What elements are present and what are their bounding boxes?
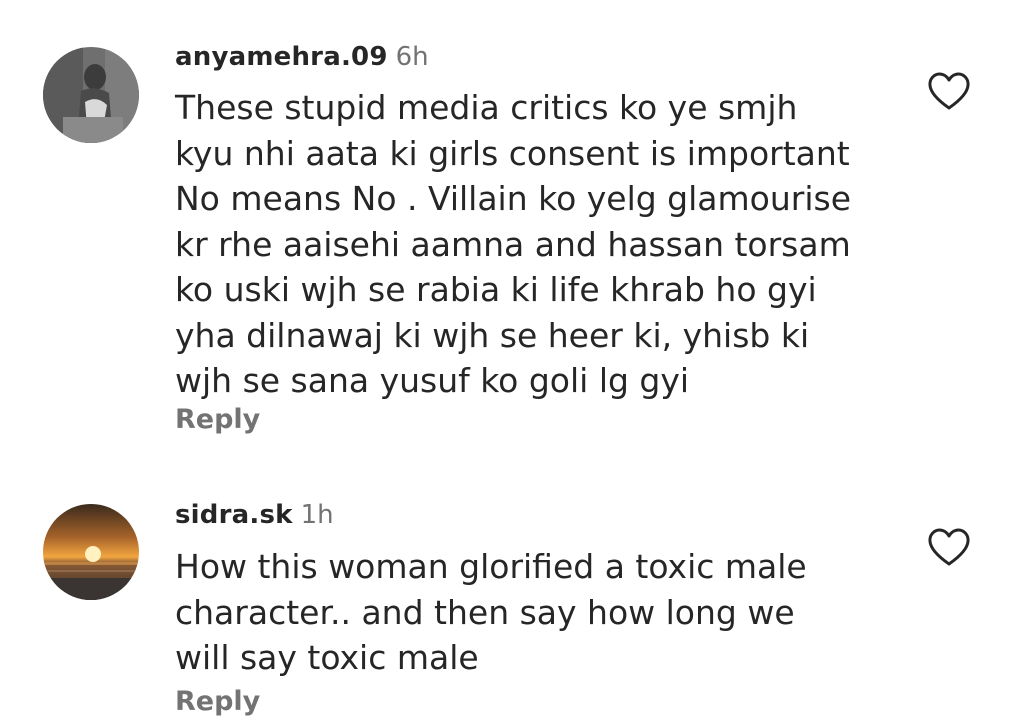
comment-item: sidra.sk 1h How this woman glorified a to… (0, 460, 1024, 722)
reply-button[interactable]: Reply (175, 688, 260, 715)
username[interactable]: anyamehra.09 (175, 42, 388, 72)
like-button[interactable] (927, 527, 971, 567)
timestamp: 1h (300, 500, 334, 530)
timestamp: 6h (395, 42, 429, 72)
comment-text: These stupid media critics ko ye smjh ky… (175, 88, 852, 400)
comment-header: anyamehra.09 6h (175, 44, 429, 70)
username[interactable]: sidra.sk (175, 500, 293, 530)
avatar[interactable] (43, 47, 139, 143)
heart-outline-icon (928, 72, 970, 110)
like-button[interactable] (927, 71, 971, 111)
profile-photo-icon (43, 504, 139, 600)
reply-button[interactable]: Reply (175, 406, 260, 433)
profile-photo-icon (43, 47, 139, 143)
comment-header: sidra.sk 1h (175, 502, 334, 528)
comment-item: anyamehra.09 6h These stupid media critic… (0, 0, 1024, 460)
avatar[interactable] (43, 504, 139, 600)
comment-text: How this woman glorified a toxic male ch… (175, 547, 807, 677)
heart-outline-icon (928, 528, 970, 566)
